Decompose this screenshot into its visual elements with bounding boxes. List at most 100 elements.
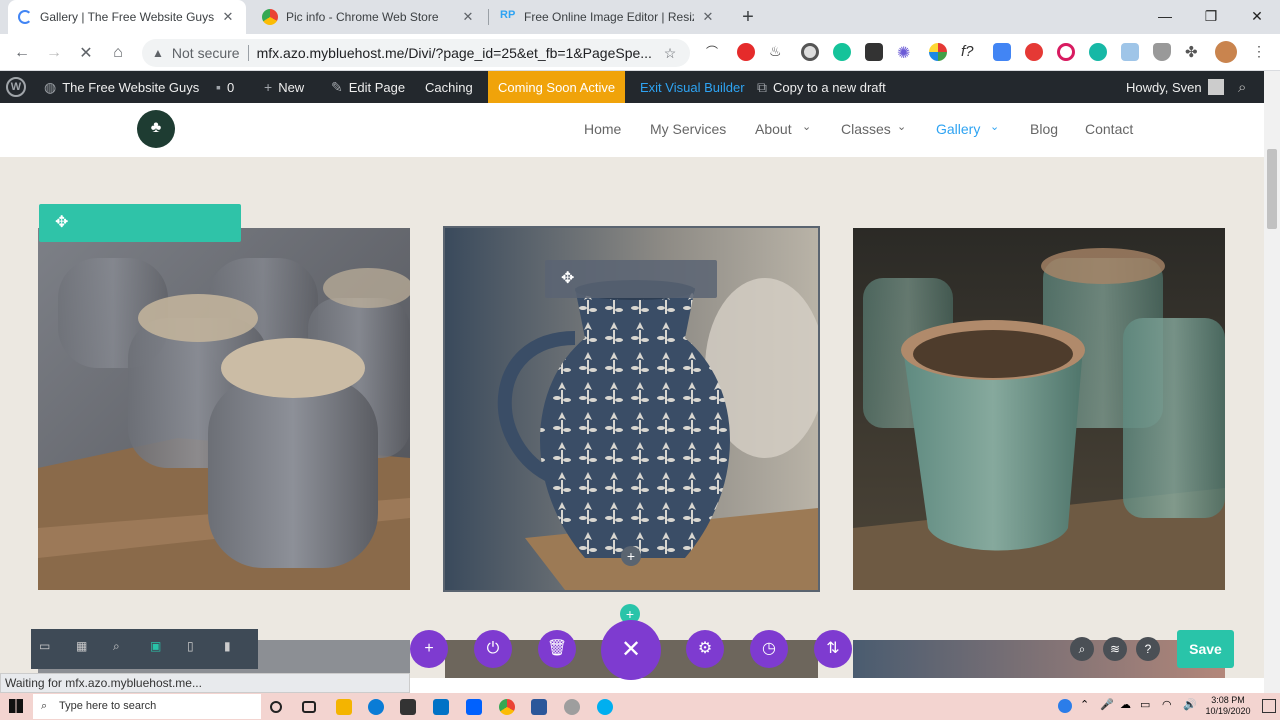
history-button[interactable]: ◷ bbox=[750, 630, 788, 668]
close-icon[interactable]: ✕ bbox=[460, 9, 476, 25]
power-button[interactable]: ⏻ bbox=[474, 630, 512, 668]
store-icon[interactable] bbox=[400, 699, 416, 715]
portability-button[interactable]: ⇅ bbox=[814, 630, 852, 668]
save-button[interactable]: Save bbox=[1177, 630, 1234, 668]
wp-caching[interactable]: Caching bbox=[425, 71, 473, 103]
cortana-icon[interactable] bbox=[270, 701, 282, 713]
profile-avatar[interactable] bbox=[1215, 41, 1237, 63]
wireframe-icon[interactable]: ▦ bbox=[76, 639, 87, 653]
minimize-button[interactable]: — bbox=[1142, 4, 1188, 28]
layers-icon[interactable]: ≋ bbox=[1103, 637, 1127, 661]
network-icon[interactable]: ▭ bbox=[1140, 698, 1150, 711]
nav-about[interactable]: About bbox=[755, 121, 792, 137]
gear-ext-icon[interactable]: ✺ bbox=[897, 43, 915, 62]
bookmark-star-icon[interactable]: ☆ bbox=[658, 45, 682, 62]
window-close-button[interactable]: ✕ bbox=[1234, 4, 1280, 28]
extension-arc-icon[interactable]: ⌒ bbox=[706, 43, 724, 61]
close-builder-button[interactable]: ✕ bbox=[601, 620, 661, 680]
puzzle-icon[interactable]: ✤ bbox=[1185, 43, 1203, 61]
coming-soon-badge[interactable]: Coming Soon Active bbox=[488, 71, 626, 103]
wp-edit-page[interactable]: ✎ Edit Page bbox=[331, 71, 405, 103]
address-bar[interactable]: ▲ Not secure mfx.azo.mybluehost.me/Divi/… bbox=[142, 39, 690, 67]
zoom-icon[interactable]: ⌕ bbox=[113, 639, 120, 654]
circle-ext-icon[interactable] bbox=[801, 43, 819, 61]
vertical-scrollbar[interactable] bbox=[1264, 71, 1280, 693]
add-section-button[interactable]: + bbox=[410, 630, 448, 668]
windows-start-icon[interactable] bbox=[9, 699, 23, 713]
close-icon[interactable]: ✕ bbox=[700, 9, 716, 25]
volume-icon[interactable]: 🔊 bbox=[1183, 698, 1197, 711]
m-ext-icon[interactable] bbox=[1089, 43, 1107, 61]
new-tab-button[interactable]: + bbox=[736, 6, 760, 28]
warning-icon[interactable]: ▲ bbox=[152, 46, 164, 60]
site-logo[interactable]: ♣ bbox=[137, 110, 175, 148]
bitwarden-icon[interactable] bbox=[1121, 43, 1139, 61]
desktop-view-icon[interactable]: ▭ bbox=[39, 639, 50, 653]
exit-visual-builder-link[interactable]: Exit Visual Builder bbox=[640, 71, 745, 103]
opera-icon[interactable] bbox=[737, 43, 755, 61]
copy-to-draft-link[interactable]: ⧉ Copy to a new draft bbox=[757, 71, 886, 103]
onedrive-icon[interactable]: ☁ bbox=[1120, 698, 1131, 711]
stop-button[interactable]: ✕ bbox=[74, 41, 98, 65]
tab-image-editor[interactable]: RP Free Online Image Editor | Resize ✕ bbox=[490, 0, 726, 34]
tablet-icon[interactable]: ▯ bbox=[187, 639, 194, 653]
flame-icon[interactable]: ♨ bbox=[769, 43, 787, 61]
file-explorer-icon[interactable] bbox=[336, 699, 352, 715]
wifi-icon[interactable]: ◠ bbox=[1162, 698, 1172, 711]
taskbar-search-input[interactable]: ⌕ Type here to search bbox=[33, 694, 261, 719]
chrome-menu-icon[interactable]: ⋮ bbox=[1250, 43, 1268, 61]
task-view-icon[interactable] bbox=[302, 701, 316, 713]
download-ext-icon[interactable] bbox=[1057, 43, 1075, 61]
shield-icon[interactable] bbox=[1153, 43, 1171, 61]
record-icon[interactable] bbox=[1025, 43, 1043, 61]
wp-comments[interactable]: ▪ 0 bbox=[216, 71, 234, 103]
forward-button[interactable]: → bbox=[42, 41, 66, 65]
tray-chevron-icon[interactable]: ⌃ bbox=[1080, 698, 1089, 711]
gallery-image-grey-pots[interactable] bbox=[38, 228, 413, 590]
edge-icon[interactable] bbox=[368, 699, 384, 715]
chrome-icon[interactable] bbox=[499, 699, 515, 715]
dropbox-icon[interactable] bbox=[466, 699, 482, 715]
tab-pic-info[interactable]: Pic info - Chrome Web Store ✕ bbox=[252, 0, 486, 34]
color-picker-icon[interactable] bbox=[929, 43, 947, 61]
microphone-icon[interactable]: 🎤 bbox=[1100, 698, 1114, 711]
back-button[interactable]: ← bbox=[10, 41, 34, 65]
scrollbar-thumb[interactable] bbox=[1267, 149, 1277, 229]
cube-icon[interactable] bbox=[865, 43, 883, 61]
grammarly-icon[interactable] bbox=[833, 43, 851, 61]
notifications-icon[interactable] bbox=[1262, 699, 1276, 713]
app-icon[interactable] bbox=[564, 699, 580, 715]
add-module-button[interactable]: + bbox=[621, 546, 641, 566]
nav-home[interactable]: Home bbox=[584, 121, 621, 137]
search-icon[interactable]: ⌕ bbox=[1238, 71, 1246, 103]
url-text[interactable]: mfx.azo.mybluehost.me/Divi/?page_id=25&e… bbox=[257, 45, 658, 61]
gallery-image-row2-3[interactable] bbox=[853, 640, 1225, 678]
gallery-image-teal-cups[interactable] bbox=[853, 228, 1225, 590]
delete-button[interactable]: 🗑 bbox=[538, 630, 576, 668]
settings-button[interactable]: ⚙ bbox=[686, 630, 724, 668]
module-move-handle[interactable]: ✥ bbox=[545, 260, 717, 298]
mail-icon[interactable] bbox=[433, 699, 449, 715]
row-move-handle[interactable]: ✥ bbox=[39, 204, 241, 242]
translate-icon[interactable] bbox=[993, 43, 1011, 61]
restore-button[interactable]: ❐ bbox=[1188, 4, 1234, 28]
formula-icon[interactable]: f? bbox=[961, 43, 979, 61]
nav-contact[interactable]: Contact bbox=[1085, 121, 1133, 137]
wp-new[interactable]: + New bbox=[264, 71, 304, 103]
home-button[interactable]: ⌂ bbox=[106, 41, 130, 65]
tab-gallery[interactable]: Gallery | The Free Website Guys ✕ bbox=[8, 0, 246, 34]
word-icon[interactable] bbox=[531, 699, 547, 715]
clock[interactable]: 3:08 PM 10/19/2020 bbox=[1200, 695, 1256, 717]
nav-my-services[interactable]: My Services bbox=[650, 121, 726, 137]
howdy-user[interactable]: Howdy, Sven bbox=[1126, 71, 1224, 103]
help-tray-icon[interactable] bbox=[1058, 699, 1072, 713]
skype-icon[interactable] bbox=[597, 699, 613, 715]
help-icon[interactable]: ? bbox=[1136, 637, 1160, 661]
desktop-icon[interactable]: ▣ bbox=[150, 639, 161, 653]
close-icon[interactable]: ✕ bbox=[220, 9, 236, 25]
nav-blog[interactable]: Blog bbox=[1030, 121, 1058, 137]
wordpress-logo-icon[interactable]: W bbox=[6, 71, 26, 103]
wp-site-name[interactable]: ◍ The Free Website Guys bbox=[44, 71, 199, 103]
nav-gallery[interactable]: Gallery bbox=[936, 121, 980, 137]
find-icon[interactable]: ⌕ bbox=[1070, 637, 1094, 661]
